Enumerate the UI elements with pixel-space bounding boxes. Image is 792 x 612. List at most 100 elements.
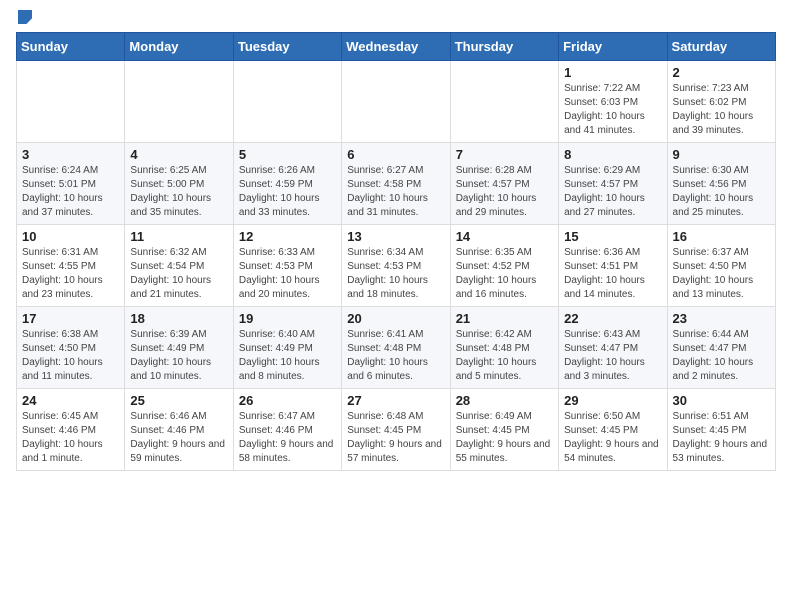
weekday-header-wednesday: Wednesday <box>342 33 450 61</box>
day-info: Sunrise: 6:42 AM Sunset: 4:48 PM Dayligh… <box>456 328 553 384</box>
day-number: 26 <box>239 393 336 408</box>
day-info: Sunrise: 6:30 AM Sunset: 4:56 PM Dayligh… <box>673 164 770 220</box>
day-info: Sunrise: 7:23 AM Sunset: 6:02 PM Dayligh… <box>673 82 770 138</box>
day-number: 4 <box>130 147 227 162</box>
day-number: 17 <box>22 311 119 326</box>
day-number: 9 <box>673 147 770 162</box>
calendar-week-row: 10Sunrise: 6:31 AM Sunset: 4:55 PM Dayli… <box>17 225 776 307</box>
calendar-cell: 19 Sunrise: 6:40 AM Sunset: 4:49 PM Dayli… <box>233 307 341 389</box>
calendar-week-row: 24Sunrise: 6:45 AM Sunset: 4:46 PM Dayli… <box>17 389 776 471</box>
day-info: Sunrise: 6:39 AM Sunset: 4:49 PM Dayligh… <box>130 328 227 384</box>
day-info: Sunrise: 6:47 AM Sunset: 4:46 PM Dayligh… <box>239 410 336 466</box>
day-info: Sunrise: 6:46 AM Sunset: 4:46 PM Dayligh… <box>130 410 227 466</box>
day-number: 8 <box>564 147 661 162</box>
day-info: Sunrise: 6:45 AM Sunset: 4:46 PM Dayligh… <box>22 410 119 466</box>
day-info: Sunrise: 6:37 AM Sunset: 4:50 PM Dayligh… <box>673 246 770 302</box>
calendar-cell: 30 Sunrise: 6:51 AM Sunset: 4:45 PM Dayli… <box>667 389 775 471</box>
day-info: Sunrise: 6:44 AM Sunset: 4:47 PM Dayligh… <box>673 328 770 384</box>
day-number: 5 <box>239 147 336 162</box>
calendar-cell: 13 Sunrise: 6:34 AM Sunset: 4:53 PM Dayli… <box>342 225 450 307</box>
calendar-cell: 25 Sunrise: 6:46 AM Sunset: 4:46 PM Dayli… <box>125 389 233 471</box>
weekday-header-tuesday: Tuesday <box>233 33 341 61</box>
day-info: Sunrise: 6:50 AM Sunset: 4:45 PM Dayligh… <box>564 410 661 466</box>
calendar-cell: 23 Sunrise: 6:44 AM Sunset: 4:47 PM Dayli… <box>667 307 775 389</box>
calendar-cell: 2 Sunrise: 7:23 AM Sunset: 6:02 PM Daylig… <box>667 61 775 143</box>
day-info: Sunrise: 6:27 AM Sunset: 4:58 PM Dayligh… <box>347 164 444 220</box>
weekday-header-monday: Monday <box>125 33 233 61</box>
day-number: 14 <box>456 229 553 244</box>
calendar-cell: 27 Sunrise: 6:48 AM Sunset: 4:45 PM Dayli… <box>342 389 450 471</box>
day-number: 27 <box>347 393 444 408</box>
calendar-cell: 9 Sunrise: 6:30 AM Sunset: 4:56 PM Daylig… <box>667 143 775 225</box>
day-number: 12 <box>239 229 336 244</box>
day-info: Sunrise: 6:25 AM Sunset: 5:00 PM Dayligh… <box>130 164 227 220</box>
page-header <box>16 16 776 24</box>
calendar-cell: 15 Sunrise: 6:36 AM Sunset: 4:51 PM Dayli… <box>559 225 667 307</box>
day-info: Sunrise: 6:34 AM Sunset: 4:53 PM Dayligh… <box>347 246 444 302</box>
day-info: Sunrise: 6:49 AM Sunset: 4:45 PM Dayligh… <box>456 410 553 466</box>
day-info: Sunrise: 6:28 AM Sunset: 4:57 PM Dayligh… <box>456 164 553 220</box>
calendar-cell: 14 Sunrise: 6:35 AM Sunset: 4:52 PM Dayli… <box>450 225 558 307</box>
day-info: Sunrise: 6:24 AM Sunset: 5:01 PM Dayligh… <box>22 164 119 220</box>
day-info: Sunrise: 6:51 AM Sunset: 4:45 PM Dayligh… <box>673 410 770 466</box>
calendar-cell <box>450 61 558 143</box>
calendar-week-row: 1 Sunrise: 7:22 AM Sunset: 6:03 PM Daylig… <box>17 61 776 143</box>
calendar-week-row: 17 Sunrise: 6:38 AM Sunset: 4:50 PM Dayli… <box>17 307 776 389</box>
calendar-cell: 1 Sunrise: 7:22 AM Sunset: 6:03 PM Daylig… <box>559 61 667 143</box>
day-info: Sunrise: 6:29 AM Sunset: 4:57 PM Dayligh… <box>564 164 661 220</box>
calendar-cell: 28 Sunrise: 6:49 AM Sunset: 4:45 PM Dayli… <box>450 389 558 471</box>
day-number: 25 <box>130 393 227 408</box>
weekday-header-friday: Friday <box>559 33 667 61</box>
calendar-cell: 6Sunrise: 6:27 AM Sunset: 4:58 PM Daylig… <box>342 143 450 225</box>
day-number: 20 <box>347 311 444 326</box>
day-info: Sunrise: 6:48 AM Sunset: 4:45 PM Dayligh… <box>347 410 444 466</box>
day-number: 21 <box>456 311 553 326</box>
day-number: 1 <box>564 65 661 80</box>
weekday-header-sunday: Sunday <box>17 33 125 61</box>
calendar-cell: 4 Sunrise: 6:25 AM Sunset: 5:00 PM Daylig… <box>125 143 233 225</box>
day-info: Sunrise: 6:26 AM Sunset: 4:59 PM Dayligh… <box>239 164 336 220</box>
day-info: Sunrise: 6:41 AM Sunset: 4:48 PM Dayligh… <box>347 328 444 384</box>
calendar-cell: 24Sunrise: 6:45 AM Sunset: 4:46 PM Dayli… <box>17 389 125 471</box>
weekday-header-thursday: Thursday <box>450 33 558 61</box>
calendar-header-row: SundayMondayTuesdayWednesdayThursdayFrid… <box>17 33 776 61</box>
day-info: Sunrise: 6:36 AM Sunset: 4:51 PM Dayligh… <box>564 246 661 302</box>
logo <box>16 16 32 24</box>
day-number: 18 <box>130 311 227 326</box>
calendar-cell <box>125 61 233 143</box>
day-number: 11 <box>130 229 227 244</box>
day-info: Sunrise: 6:35 AM Sunset: 4:52 PM Dayligh… <box>456 246 553 302</box>
day-info: Sunrise: 6:40 AM Sunset: 4:49 PM Dayligh… <box>239 328 336 384</box>
day-number: 19 <box>239 311 336 326</box>
day-number: 3 <box>22 147 119 162</box>
calendar-cell: 10Sunrise: 6:31 AM Sunset: 4:55 PM Dayli… <box>17 225 125 307</box>
calendar-cell: 7 Sunrise: 6:28 AM Sunset: 4:57 PM Daylig… <box>450 143 558 225</box>
logo-icon <box>18 10 32 24</box>
calendar-cell: 18 Sunrise: 6:39 AM Sunset: 4:49 PM Dayli… <box>125 307 233 389</box>
day-number: 28 <box>456 393 553 408</box>
calendar-cell: 21 Sunrise: 6:42 AM Sunset: 4:48 PM Dayli… <box>450 307 558 389</box>
day-number: 7 <box>456 147 553 162</box>
day-number: 30 <box>673 393 770 408</box>
calendar-cell <box>342 61 450 143</box>
calendar-week-row: 3 Sunrise: 6:24 AM Sunset: 5:01 PM Daylig… <box>17 143 776 225</box>
day-number: 13 <box>347 229 444 244</box>
calendar-cell: 5 Sunrise: 6:26 AM Sunset: 4:59 PM Daylig… <box>233 143 341 225</box>
calendar-cell: 3 Sunrise: 6:24 AM Sunset: 5:01 PM Daylig… <box>17 143 125 225</box>
calendar-cell <box>17 61 125 143</box>
calendar-cell: 8 Sunrise: 6:29 AM Sunset: 4:57 PM Daylig… <box>559 143 667 225</box>
calendar-cell: 11Sunrise: 6:32 AM Sunset: 4:54 PM Dayli… <box>125 225 233 307</box>
day-number: 2 <box>673 65 770 80</box>
calendar-cell: 12Sunrise: 6:33 AM Sunset: 4:53 PM Dayli… <box>233 225 341 307</box>
calendar-table: SundayMondayTuesdayWednesdayThursdayFrid… <box>16 32 776 471</box>
day-number: 15 <box>564 229 661 244</box>
day-info: Sunrise: 6:31 AM Sunset: 4:55 PM Dayligh… <box>22 246 119 302</box>
day-info: Sunrise: 7:22 AM Sunset: 6:03 PM Dayligh… <box>564 82 661 138</box>
calendar-cell <box>233 61 341 143</box>
day-number: 23 <box>673 311 770 326</box>
calendar-cell: 17 Sunrise: 6:38 AM Sunset: 4:50 PM Dayli… <box>17 307 125 389</box>
calendar-cell: 29Sunrise: 6:50 AM Sunset: 4:45 PM Dayli… <box>559 389 667 471</box>
weekday-header-saturday: Saturday <box>667 33 775 61</box>
day-info: Sunrise: 6:38 AM Sunset: 4:50 PM Dayligh… <box>22 328 119 384</box>
day-info: Sunrise: 6:43 AM Sunset: 4:47 PM Dayligh… <box>564 328 661 384</box>
